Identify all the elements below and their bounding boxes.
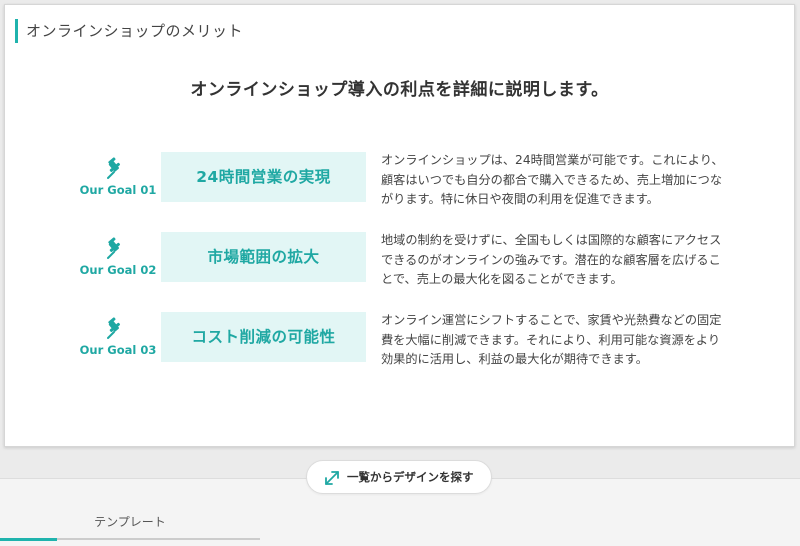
goal-badge: Our Goal 03 <box>75 315 161 367</box>
goal-description: オンラインショップは、24時間営業が可能です。これにより、顧客はいつでも自分の都… <box>381 153 724 206</box>
tab-template[interactable]: テンプレート <box>0 505 260 541</box>
goal-item-02: Our Goal 02 市場範囲の拡大 地域の制約を受けずに、全国もしくは国際的… <box>5 232 794 295</box>
section-title: オンラインショップのメリット <box>15 19 243 43</box>
expand-arrows-icon <box>325 471 339 485</box>
browse-designs-button[interactable]: 一覧からデザインを探す <box>306 460 492 494</box>
goal-title: 市場範囲の拡大 <box>161 232 366 282</box>
goal-label: Our Goal 02 <box>79 263 157 277</box>
goal-label: Our Goal 01 <box>79 183 157 197</box>
tab-active-indicator <box>0 538 57 541</box>
pushpin-icon <box>107 317 121 339</box>
goal-description: オンライン運営にシフトすることで、家賃や光熱費などの固定費を大幅に削減できます。… <box>381 313 722 366</box>
goal-label: Our Goal 03 <box>79 343 157 357</box>
goal-item-01: Our Goal 01 24時間営業の実現 オンラインショップは、24時間営業が… <box>5 152 794 215</box>
goal-item-03: Our Goal 03 コスト削減の可能性 オンライン運営にシフトすることで、家… <box>5 312 794 375</box>
browse-designs-label: 一覧からデザインを探す <box>347 470 474 484</box>
goal-badge: Our Goal 02 <box>75 235 161 287</box>
pushpin-icon <box>107 237 121 259</box>
goal-title: コスト削減の可能性 <box>161 312 366 362</box>
goal-description: 地域の制約を受けずに、全国もしくは国際的な顧客にアクセスできるのがオンラインの強… <box>381 233 722 286</box>
content-card: オンラインショップのメリット オンラインショップ導入の利点を詳細に説明します。 … <box>4 4 795 447</box>
goal-title: 24時間営業の実現 <box>161 152 366 202</box>
headline: オンラインショップ導入の利点を詳細に説明します。 <box>190 80 609 100</box>
goal-badge: Our Goal 01 <box>75 155 161 207</box>
pushpin-icon <box>107 157 121 179</box>
